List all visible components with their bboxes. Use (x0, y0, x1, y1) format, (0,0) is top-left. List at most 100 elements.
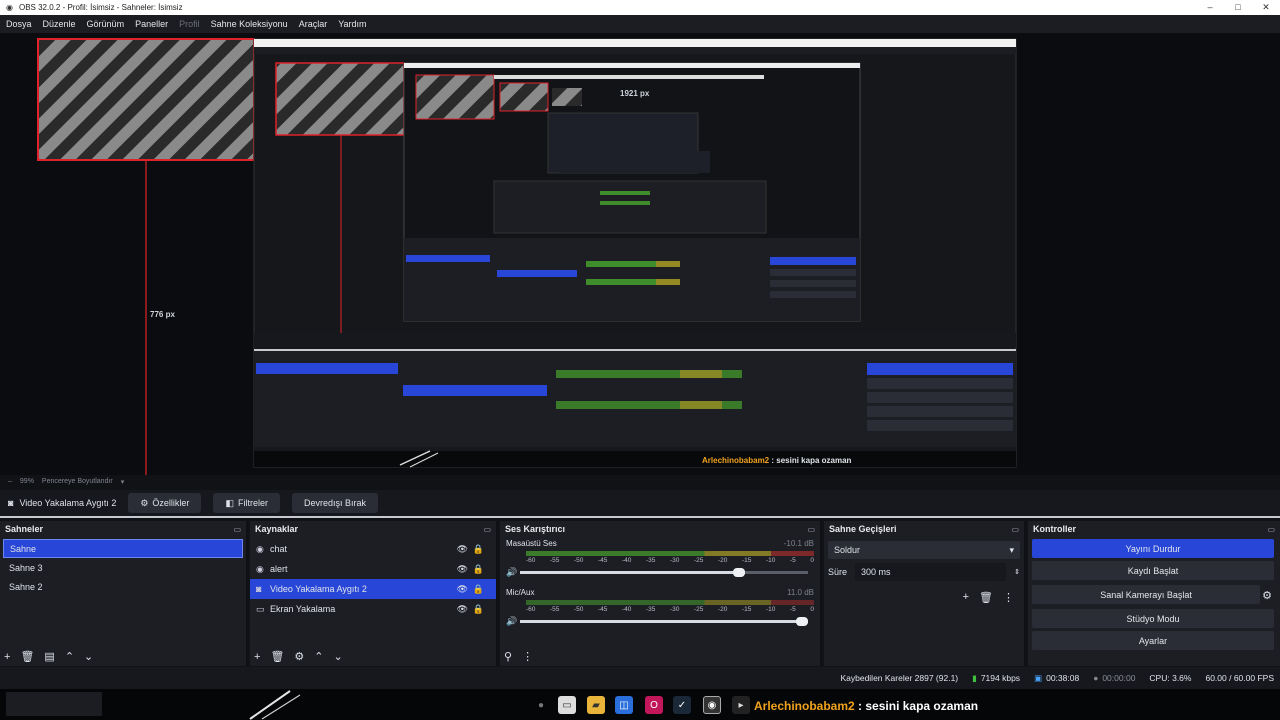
tick: -10 (766, 557, 776, 564)
preview-canvas[interactable]: 776 px 1921 px Arlechinobabam2 : sesini … (0, 33, 1280, 475)
eye-icon[interactable]: 👁 (457, 544, 468, 555)
tick: -25 (694, 557, 704, 564)
volume-fill (520, 570, 745, 574)
tick: -5 (790, 606, 796, 613)
properties-button[interactable]: ⚙ Özellikler (128, 493, 202, 513)
trash-icon[interactable]: 🗑 (979, 591, 993, 604)
obs-taskbar-icon[interactable]: ◉ (703, 696, 721, 714)
audio-mixer-dock: Ses Karıştırıcı ▭ Masaüstü Ses -10.1 dB … (500, 521, 822, 666)
arrow-up-icon[interactable]: ⌃ (65, 650, 74, 663)
monitor-icon: ▭ (256, 603, 265, 614)
rec-time: 00:00:00 (1102, 673, 1136, 683)
maximize-button[interactable]: □ (1224, 0, 1252, 15)
link-icon[interactable]: ⚲ (504, 650, 512, 663)
lock-icon[interactable]: 🔒 (473, 544, 484, 555)
eye-icon[interactable]: 👁 (457, 564, 468, 575)
trash-icon[interactable]: 🗑 (270, 650, 284, 663)
deactivate-button[interactable]: Devredışı Bırak (291, 493, 378, 513)
menu-araclar[interactable]: Araçlar (299, 19, 328, 29)
eye-icon[interactable]: 👁 (457, 604, 468, 615)
speaker-icon[interactable]: 🔊 (506, 616, 520, 627)
close-button[interactable]: ✕ (1252, 0, 1280, 15)
menu-gorunum[interactable]: Görünüm (87, 19, 125, 29)
start-virtual-camera-button[interactable]: Sanal Kamerayı Başlat (1032, 585, 1261, 604)
steam-icon[interactable]: ✓ (673, 696, 691, 714)
mixer-title: Ses Karıştırıcı (505, 524, 566, 534)
scene-item[interactable]: Sahne (3, 539, 243, 558)
speaker-icon[interactable]: 🔊 (506, 567, 520, 578)
menu-paneller[interactable]: Paneller (135, 19, 168, 29)
nested-chat-user: Arlechinobabam2 (702, 456, 770, 465)
arrow-down-icon[interactable]: ⌄ (84, 650, 93, 663)
deactivate-label: Devredışı Bırak (303, 498, 366, 508)
app-icon[interactable]: ▭ (558, 696, 576, 714)
gear-icon[interactable]: ⚙ (1262, 589, 1272, 602)
transition-select[interactable]: Soldur ▾ (828, 541, 1020, 559)
scene-item[interactable]: Sahne 3 (3, 558, 243, 577)
controls-dock: Kontroller ▭ Yayını Durdur Kaydı Başlat … (1028, 521, 1280, 666)
volume-knob[interactable] (796, 616, 808, 626)
lock-icon[interactable]: 🔒 (473, 564, 484, 575)
add-icon[interactable]: + (963, 591, 969, 604)
volume-fill (520, 619, 808, 623)
dock-undock-icon[interactable]: ▭ (1011, 525, 1019, 534)
dock-undock-icon[interactable]: ▭ (807, 525, 815, 534)
settings-button[interactable]: Ayarlar (1032, 631, 1274, 650)
tick: -40 (622, 557, 632, 564)
eye-icon[interactable]: 👁 (457, 584, 468, 595)
dot-icon: ● (537, 699, 545, 711)
more-icon[interactable]: ⋮ (522, 650, 533, 663)
duration-input[interactable]: 300 ms (855, 563, 1007, 581)
filter-icon[interactable]: ▤ (44, 650, 54, 663)
source-item[interactable]: ◉ alert 👁 🔒 (250, 559, 496, 579)
scene-item[interactable]: Sahne 2 (3, 577, 243, 596)
menu-sahne-koleksiyonu[interactable]: Sahne Koleksiyonu (211, 19, 288, 29)
arrow-up-icon[interactable]: ⌃ (314, 650, 323, 663)
zoom-out-icon[interactable]: – (8, 478, 12, 485)
studio-mode-button[interactable]: Stüdyo Modu (1032, 609, 1274, 628)
source-item[interactable]: ◉ chat 👁 🔒 (250, 539, 496, 559)
volume-slider[interactable] (520, 567, 808, 577)
minimize-button[interactable]: – (1196, 0, 1224, 15)
chat-username: Arlechinobabam2 (754, 699, 855, 713)
opera-icon[interactable]: O (645, 696, 663, 714)
preview-svg (37, 38, 1017, 475)
menu-dosya[interactable]: Dosya (6, 19, 32, 29)
folder-icon[interactable]: ▰ (587, 696, 605, 714)
source-item[interactable]: ◙ Video Yakalama Aygıtı 2 👁 🔒 (250, 579, 496, 599)
tick: -10 (766, 606, 776, 613)
source-toolbar: ◙ Video Yakalama Aygıtı 2 ⚙ Özellikler ◧… (0, 490, 1280, 518)
gear-icon[interactable]: ⚙ (294, 650, 304, 663)
dock-undock-icon[interactable]: ▭ (483, 525, 491, 534)
add-icon[interactable]: + (254, 651, 260, 663)
trash-icon[interactable]: 🗑 (20, 650, 34, 663)
add-icon[interactable]: + (4, 651, 10, 663)
volume-slider[interactable] (520, 616, 808, 626)
filters-button[interactable]: ◧ Filtreler (213, 493, 280, 513)
arrow-down-icon[interactable]: ⌄ (334, 650, 343, 663)
lock-icon[interactable]: 🔒 (473, 604, 484, 615)
tick: -30 (670, 557, 680, 564)
chevron-down-icon[interactable]: ▾ (121, 478, 125, 486)
stop-stream-button[interactable]: Yayını Durdur (1032, 539, 1274, 558)
terminal-icon[interactable]: ▸ (732, 696, 750, 714)
source-item[interactable]: ▭ Ekran Yakalama 👁 🔒 (250, 599, 496, 619)
spinner-icon[interactable]: ⇕ (1014, 568, 1020, 576)
channel-db: 11.0 dB (787, 587, 814, 597)
lock-icon[interactable]: 🔒 (473, 584, 484, 595)
menu-profil[interactable]: Profil (179, 19, 200, 29)
dock-undock-icon[interactable]: ▭ (233, 525, 241, 534)
tick: -55 (550, 606, 560, 613)
menu-yardim[interactable]: Yardım (338, 19, 366, 29)
more-icon[interactable]: ⋮ (1003, 591, 1014, 604)
tick: -20 (718, 557, 728, 564)
zoom-mode[interactable]: Pencereye Boyutlandır (42, 478, 113, 485)
store-icon[interactable]: ◫ (615, 696, 633, 714)
sources-header: Kaynaklar ▭ (250, 521, 496, 537)
channel-db: -10.1 dB (783, 538, 814, 548)
menu-duzenle[interactable]: Düzenle (43, 19, 76, 29)
start-recording-button[interactable]: Kaydı Başlat (1032, 561, 1274, 580)
tick: -45 (598, 606, 608, 613)
volume-knob[interactable] (732, 567, 745, 577)
dock-undock-icon[interactable]: ▭ (1267, 525, 1275, 534)
